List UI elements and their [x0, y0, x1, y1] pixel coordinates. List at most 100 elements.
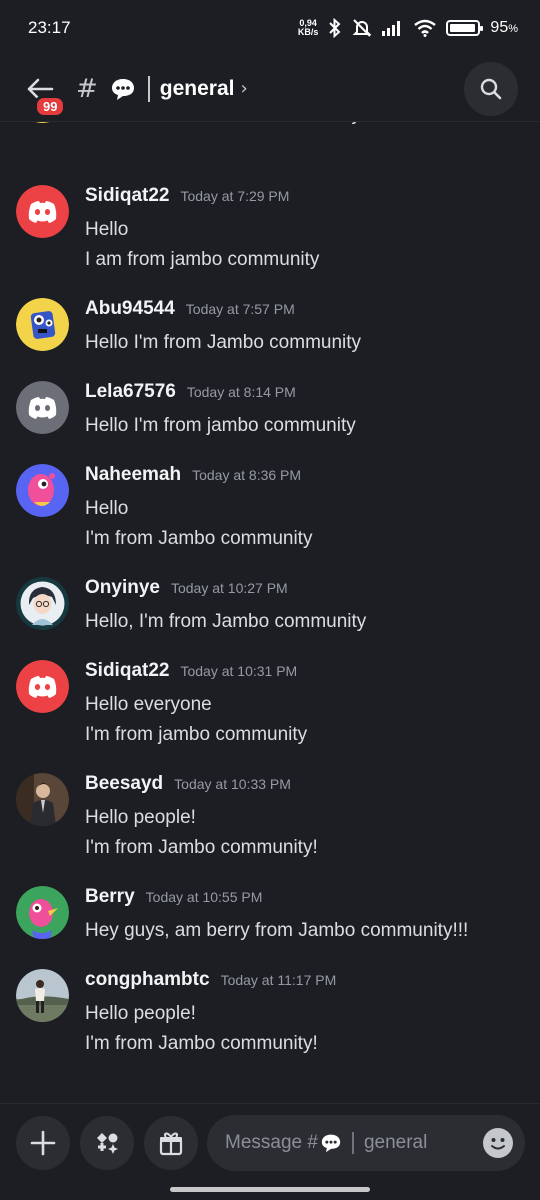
gift-button[interactable] [144, 1116, 198, 1170]
message-item[interactable]: congphambtc Today at 11:17 PM Hello people… [16, 969, 526, 1059]
message-item[interactable]: Sidiqat22 Today at 10:31 PM Hello everyone… [16, 660, 526, 750]
message-text: Hello I'm from Jambo community [85, 332, 362, 353]
signal-icon [382, 21, 401, 36]
timestamp: Today at 8:14 PM [186, 384, 296, 400]
smiley-icon [491, 1138, 505, 1150]
message-header: Beesayd Today at 10:33 PM [85, 773, 318, 803]
channel-header: 99 # general › [0, 56, 540, 122]
timestamp: Today at 10:55 PM [145, 889, 263, 905]
avatar[interactable] [16, 464, 69, 517]
search-icon [480, 78, 502, 100]
network-speed: 0,94 KB/s [298, 19, 319, 37]
message-header: Berry Today at 10:55 PM [85, 886, 468, 916]
add-attachment-button[interactable] [16, 1116, 70, 1170]
message-item[interactable]: Sidiqat22 Today at 7:29 PM Hello I am from … [16, 185, 526, 275]
avatar[interactable] [16, 969, 69, 1022]
message-text: I'm from Jambo community! [85, 837, 318, 858]
username[interactable]: Sidiqat22 [85, 185, 169, 207]
username[interactable]: Abu94544 [85, 298, 175, 320]
message-item[interactable]: Berry Today at 10:55 PM Hey guys, am berry… [16, 886, 526, 946]
message-header: congphambtc Today at 11:17 PM [85, 969, 336, 999]
muted-bell-icon [353, 19, 372, 37]
back-button[interactable]: 99 [20, 69, 67, 118]
message-header: Onyinye Today at 10:27 PM [85, 577, 366, 607]
avatar[interactable] [16, 298, 69, 351]
message-body: Berry Today at 10:55 PM Hey guys, am berry… [85, 886, 468, 946]
avatar[interactable] [16, 381, 69, 434]
timestamp: Today at 7:29 PM [180, 188, 290, 204]
message-item[interactable]: Onyinye Today at 10:27 PM Hello, I'm from … [16, 577, 526, 637]
message-text: I'm from Jambo community! [85, 1033, 318, 1054]
timestamp: Today at 8:36 PM [192, 467, 302, 483]
avatar[interactable] [16, 660, 69, 713]
message-body: Abu94544 Today at 7:57 PM Hello I'm from J… [85, 298, 361, 358]
channel-divider [147, 75, 150, 102]
message-body: Lela67576 Today at 8:14 PM Hello I'm from … [85, 381, 356, 441]
wifi-icon [414, 19, 437, 37]
apps-button[interactable] [80, 1116, 134, 1170]
avatar[interactable] [16, 185, 69, 238]
timestamp: Today at 10:33 PM [174, 776, 291, 792]
plus-icon [30, 1130, 56, 1156]
message-body: Onyinye Today at 10:27 PM Hello, I'm from … [85, 577, 366, 637]
message-item[interactable]: Beesayd Today at 10:33 PM Hello people! I'm… [16, 773, 526, 863]
username[interactable]: Onyinye [85, 577, 160, 599]
avatar[interactable] [16, 773, 69, 826]
apps-icon [97, 1133, 118, 1154]
status-icons: 0,94 KB/s 95% [298, 18, 518, 38]
speech-bubble-icon [110, 77, 136, 101]
message-header: Abu94544 Today at 7:57 PM [85, 298, 361, 328]
message-body: congphambtc Today at 11:17 PM Hello people… [85, 969, 336, 1059]
avatar[interactable] [16, 886, 69, 939]
input-placeholder-prefix: Message # [225, 1132, 318, 1153]
battery-percent: 95% [490, 19, 518, 36]
bluetooth-icon [329, 18, 341, 38]
message-composer: Message # general [0, 1103, 540, 1200]
message-text: Hello [85, 219, 129, 240]
message-text: Hello everyone [85, 694, 212, 715]
message-header: Naheemah Today at 8:36 PM [85, 464, 312, 494]
username[interactable]: Beesayd [85, 773, 163, 795]
emoji-button[interactable] [483, 1128, 513, 1158]
timestamp: Today at 7:57 PM [185, 301, 295, 317]
timestamp: Today at 10:31 PM [180, 663, 298, 679]
message-item[interactable]: Abu94544 Today at 7:57 PM Hello I'm from J… [16, 298, 526, 358]
home-indicator[interactable] [170, 1187, 370, 1192]
chevron-right-icon[interactable]: › [241, 78, 248, 99]
message-item[interactable]: Naheemah Today at 8:36 PM Hello I'm from Ja… [16, 464, 526, 554]
message-body: Sidiqat22 Today at 10:31 PM Hello everyone… [85, 660, 307, 750]
message-body: Sidiqat22 Today at 7:29 PM Hello I am from … [85, 185, 319, 275]
message-body: Beesayd Today at 10:33 PM Hello people! I'm… [85, 773, 318, 863]
unread-badge: 99 [34, 94, 67, 118]
status-time: 23:17 [28, 18, 71, 37]
timestamp: Today at 10:27 PM [170, 580, 288, 596]
channel-hash-icon: # [76, 73, 98, 104]
input-divider [351, 1132, 354, 1154]
message-input[interactable]: Message # general [207, 1115, 525, 1171]
message-text: Hello [85, 498, 129, 519]
message-text: Hello people! [85, 807, 196, 828]
input-placeholder-channel: general [363, 1132, 428, 1153]
search-button[interactable] [464, 62, 518, 116]
username[interactable]: Lela67576 [85, 381, 176, 403]
username[interactable]: congphambtc [85, 969, 210, 991]
message-text: Hello people! [85, 1003, 196, 1024]
username[interactable]: Naheemah [85, 464, 181, 486]
message-header: Sidiqat22 Today at 10:31 PM [85, 660, 307, 690]
message-body: Naheemah Today at 8:36 PM Hello I'm from Ja… [85, 464, 312, 554]
timestamp: Today at 11:17 PM [220, 972, 337, 988]
channel-name[interactable]: general [160, 77, 235, 101]
speech-bubble-icon [320, 1133, 342, 1153]
message-text: I'm from jambo community [85, 724, 308, 745]
message-item[interactable]: Lela67576 Today at 8:14 PM Hello I'm from … [16, 381, 526, 441]
username[interactable]: Berry [85, 886, 135, 908]
message-text: I am from jambo community [85, 249, 320, 270]
message-header: Lela67576 Today at 8:14 PM [85, 381, 356, 411]
message-text: Hello, I'm from Jambo community [85, 611, 367, 632]
avatar[interactable] [16, 577, 69, 630]
message-text: I'm from Jambo community [85, 528, 313, 549]
username[interactable]: Sidiqat22 [85, 660, 169, 682]
message-header: Sidiqat22 Today at 7:29 PM [85, 185, 319, 215]
gift-icon [159, 1132, 183, 1156]
status-bar: 23:17 0,94 KB/s 95% [0, 0, 540, 56]
